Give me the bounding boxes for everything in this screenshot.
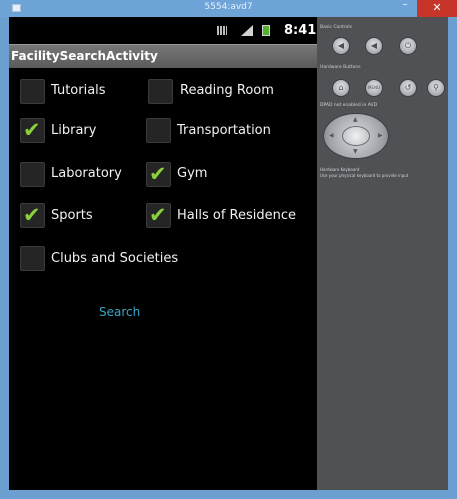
hardware-buttons-heading: Hardware Buttons	[320, 65, 361, 70]
checkbox-label-sports: Sports	[51, 208, 93, 223]
power-button[interactable]: ⏻	[399, 37, 417, 55]
activity-title: FacilitySearchActivity	[11, 49, 158, 63]
back-button[interactable]: ↺	[399, 79, 417, 97]
basic-controls-heading: Basic Controls	[320, 25, 352, 30]
device-screen: 8:41 FacilitySearchActivity ✔ Tutorials …	[9, 17, 317, 490]
home-icon: ⌂	[338, 83, 344, 92]
checkbox-label-gym: Gym	[177, 166, 208, 181]
volume-up-button[interactable]: ◀	[365, 37, 383, 55]
check-icon: ✔	[149, 162, 167, 186]
checkbox-clubs-and-societies[interactable]: ✔	[20, 246, 45, 271]
battery-icon	[262, 25, 270, 36]
checkbox-label-tutorials: Tutorials	[51, 83, 106, 98]
dpad-left-icon[interactable]: ◀	[329, 132, 334, 139]
window-frame-left	[0, 17, 9, 499]
checkbox-label-clubs-and-societies: Clubs and Societies	[51, 251, 179, 266]
checkbox-label-library: Library	[51, 123, 97, 138]
check-icon: ✔	[23, 203, 41, 227]
checkbox-laboratory[interactable]: ✔	[20, 162, 45, 187]
dpad-down-icon[interactable]: ▼	[353, 148, 358, 155]
app-title-bar: FacilitySearchActivity	[9, 44, 317, 68]
signal-icon	[241, 25, 253, 36]
dpad-center-button[interactable]	[342, 126, 370, 146]
window-title: 5554:avd7	[204, 2, 253, 12]
android-status-bar: 8:41	[9, 17, 317, 44]
volume-down-button[interactable]: ◀	[332, 37, 350, 55]
checkbox-label-reading-room: Reading Room	[180, 83, 274, 98]
checkbox-label-transportation: Transportation	[177, 123, 271, 138]
checkbox-gym[interactable]: ✔	[146, 162, 171, 187]
hardware-keyboard-title: Hardware Keyboard	[320, 167, 360, 172]
checkbox-transportation[interactable]: ✔	[146, 118, 171, 143]
checkbox-sports[interactable]: ✔	[20, 203, 45, 228]
close-button[interactable]: ✕	[417, 0, 457, 17]
power-icon: ⏻	[404, 41, 412, 50]
home-button[interactable]: ⌂	[332, 79, 350, 97]
search-button[interactable]: Search	[99, 305, 140, 319]
checkbox-tutorials[interactable]: ✔	[20, 79, 45, 104]
hardware-keyboard-note: Use your physical keyboard to provide in…	[320, 173, 409, 178]
menu-button[interactable]: MENU	[365, 79, 383, 97]
search-icon: ⚲	[433, 83, 439, 92]
checkbox-reading-room[interactable]: ✔	[148, 79, 173, 104]
window-frame-bottom	[0, 490, 457, 499]
minimize-button[interactable]: –	[395, 0, 415, 12]
checkbox-library[interactable]: ✔	[20, 118, 45, 143]
window-titlebar[interactable]: 5554:avd7 – ✕	[0, 0, 457, 17]
volume-up-icon: ◀	[370, 41, 378, 50]
checkbox-label-laboratory: Laboratory	[51, 166, 122, 181]
volume-down-icon: ◀	[337, 41, 345, 50]
dpad[interactable]: ▲ ▼ ◀ ▶	[323, 113, 389, 159]
back-icon: ↺	[404, 83, 412, 92]
window-frame-right	[448, 17, 457, 499]
usb-debug-icon	[217, 26, 227, 35]
emulator-controls-panel: Basic Controls ◀ ◀ ⏻ Hardware Buttons ⌂ …	[317, 17, 448, 490]
dpad-note: DPAD not enabled in AVD	[320, 103, 378, 108]
dpad-right-icon[interactable]: ▶	[378, 132, 383, 139]
checkbox-halls-of-residence[interactable]: ✔	[146, 203, 171, 228]
dpad-up-icon[interactable]: ▲	[353, 116, 358, 123]
check-icon: ✔	[149, 203, 167, 227]
check-icon: ✔	[23, 118, 41, 142]
emulator-window: 5554:avd7 – ✕ 8:41 FacilitySearchActivit…	[0, 0, 457, 499]
checkbox-label-halls-of-residence: Halls of Residence	[177, 208, 296, 223]
menu-label: MENU	[368, 85, 380, 90]
status-clock: 8:41	[284, 23, 317, 38]
search-hw-button[interactable]: ⚲	[427, 79, 445, 97]
